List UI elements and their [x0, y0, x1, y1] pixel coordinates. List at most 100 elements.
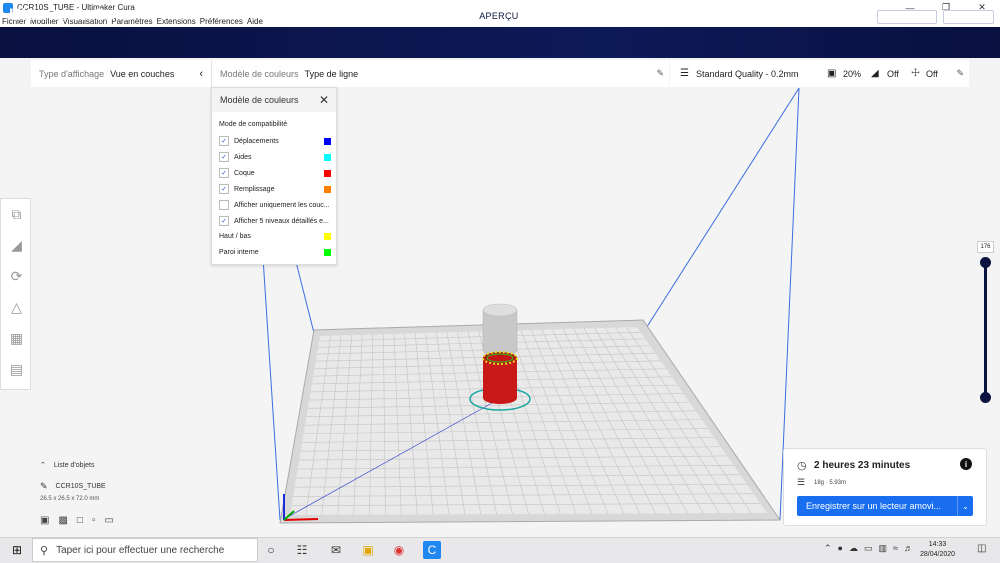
legend-row-deplacements[interactable]: ✓ Déplacements: [219, 135, 333, 147]
compat-mode-label: Mode de compatibilité: [219, 120, 288, 128]
layer-slider-value[interactable]: 176: [977, 241, 994, 253]
mail-icon[interactable]: ✉: [327, 541, 345, 559]
infill-icon: ▣: [827, 68, 837, 79]
per-model-settings-icon[interactable]: ▦: [1, 323, 32, 354]
wifi-icon[interactable]: ≈: [893, 543, 898, 554]
legend-row-haut-bas: Haut / bas: [219, 230, 333, 242]
color-scheme-selector[interactable]: Modèle de couleurs Type de ligne ✎: [211, 60, 669, 87]
x-axis: [283, 518, 319, 521]
color-swatch: [324, 137, 331, 145]
app-header: [0, 27, 1000, 58]
legend-row-paroi-interne: Paroi interne: [219, 246, 333, 258]
view-right-icon[interactable]: ▭: [105, 515, 114, 526]
view-left-icon[interactable]: ▫: [92, 515, 96, 526]
pencil-icon[interactable]: ✎: [956, 68, 964, 79]
color-swatch: [324, 153, 331, 161]
checkbox-checked[interactable]: ✓: [219, 152, 229, 162]
object-name-row[interactable]: ✎ CCR10S_TUBE: [40, 481, 106, 492]
mirror-tool-icon[interactable]: △: [1, 292, 32, 323]
checkbox-checked[interactable]: ✓: [219, 216, 229, 226]
pencil-icon: ✎: [40, 481, 48, 491]
object-list-toggle[interactable]: ⌃ Liste d'objets: [40, 461, 94, 469]
print-time: 2 heures 23 minutes: [814, 460, 911, 471]
support-blocker-icon[interactable]: ▤: [1, 354, 32, 385]
checkbox-unchecked[interactable]: [219, 200, 229, 210]
legend-row-remplissage[interactable]: ✓ Remplissage: [219, 183, 333, 195]
clock-icon: ◷: [797, 460, 807, 472]
tray-app-icon[interactable]: ●: [838, 543, 843, 554]
checkbox-checked[interactable]: ✓: [219, 168, 229, 178]
tube-unprinted: [482, 309, 518, 357]
pencil-icon[interactable]: ✎: [656, 68, 664, 79]
windows-start-icon[interactable]: ⊞: [8, 541, 26, 559]
view-type-selector[interactable]: Type d'affichage Vue en couches ‹: [31, 60, 211, 87]
legend-row-only-top-layers[interactable]: Afficher uniquement les couc...: [219, 199, 333, 211]
task-view-icon[interactable]: ○: [262, 541, 280, 559]
view-top-icon[interactable]: □: [77, 515, 83, 526]
volume-icon[interactable]: ♬: [904, 543, 913, 554]
cloud-icon[interactable]: ☁: [849, 543, 858, 554]
chevron-left-icon[interactable]: ‹: [199, 68, 203, 80]
taskbar-search-input[interactable]: ⚲ Taper ici pour effectuer une recherche: [32, 538, 258, 562]
color-scheme-label: Modèle de couleurs: [220, 68, 299, 79]
search-icon: ⚲: [40, 544, 49, 557]
chevron-down-icon[interactable]: ⌄: [957, 496, 973, 516]
checkbox-checked[interactable]: ✓: [219, 136, 229, 146]
info-icon[interactable]: i: [960, 458, 972, 470]
network-icon[interactable]: ▥: [879, 543, 888, 554]
stage-tabs: PRÉPARER APERÇU SURVEILLER: [389, 8, 616, 24]
camera-views: ▣ ▩ □ ▫ ▭: [40, 515, 114, 526]
menu-aide[interactable]: Aide: [247, 17, 263, 26]
view-type-value: Vue en couches: [110, 68, 175, 79]
scale-tool-icon[interactable]: ◢: [1, 230, 32, 261]
color-swatch: [324, 169, 331, 177]
view-front-icon[interactable]: ▩: [58, 515, 67, 526]
cura-taskbar-icon[interactable]: C: [423, 541, 441, 559]
profile-icon: ☰: [680, 68, 689, 79]
notification-icon[interactable]: ◫: [977, 543, 986, 554]
support-value: Off: [887, 68, 899, 79]
folder-icon[interactable]: ▣: [359, 541, 377, 559]
color-scheme-value: Type de ligne: [304, 68, 359, 79]
infill-value: 20%: [843, 68, 862, 79]
color-swatch: [324, 232, 331, 240]
tube-printed-layers: [483, 358, 517, 404]
object-dimensions: 26.5 x 26.5 x 72.0 mm: [40, 496, 100, 502]
view-type-label: Type d'affichage: [39, 68, 105, 79]
signin-button[interactable]: Se connecter: [943, 10, 995, 24]
tab-surveiller[interactable]: SURVEILLER: [532, 8, 617, 24]
support-icon: ◢: [871, 68, 879, 79]
menu-preferences[interactable]: Préférences: [200, 17, 243, 26]
profile-name: Standard Quality - 0.2mm: [695, 68, 799, 79]
color-swatch: [324, 248, 331, 256]
save-to-removable-button[interactable]: Enregistrer sur un lecteur amovi...: [797, 496, 972, 516]
marketplace-button[interactable]: Marché en ligne: [877, 10, 937, 24]
print-settings-bar[interactable]: ☰ Standard Quality - 0.2mm ▣ 20% ◢ Off ☩…: [670, 60, 969, 87]
close-icon[interactable]: ✕: [319, 93, 329, 107]
material-usage: 18g · 5.93m: [814, 480, 847, 486]
tab-apercu[interactable]: APERÇU: [466, 8, 532, 24]
legend-row-aides[interactable]: ✓ Aides: [219, 151, 333, 163]
tab-preparer[interactable]: PRÉPARER: [389, 8, 466, 24]
legend-row-coque[interactable]: ✓ Coque: [219, 167, 333, 179]
tool-column: ⧉ ◢ ⟳ △ ▦ ▤: [0, 198, 31, 390]
chevron-up-icon: ⌃: [40, 462, 46, 469]
taskbar-clock[interactable]: 14:33 28/04/2020: [920, 540, 955, 560]
move-tool-icon[interactable]: ⧉: [1, 199, 32, 230]
checkbox-checked[interactable]: ✓: [219, 184, 229, 194]
layer-slider-top-handle[interactable]: [980, 257, 991, 268]
menu-extensions[interactable]: Extensions: [157, 17, 196, 26]
system-tray: ⌃ ● ☁ ▭ ▥ ≈ ♬: [824, 543, 913, 554]
ultimaker-logo: Ultimaker Cura: [9, 5, 131, 24]
layer-slider-bottom-handle[interactable]: [980, 392, 991, 403]
color-scheme-panel: Modèle de couleurs ✕ Mode de compatibili…: [211, 87, 337, 265]
rotate-tool-icon[interactable]: ⟳: [1, 261, 32, 292]
adhesion-icon: ☩: [911, 68, 920, 79]
legend-row-detailed-levels[interactable]: ✓ Afficher 5 niveaux détaillés e...: [219, 215, 333, 227]
tray-chevron-up-icon[interactable]: ⌃: [824, 543, 832, 554]
chrome-icon[interactable]: ◉: [390, 541, 408, 559]
battery-icon[interactable]: ▭: [864, 543, 873, 554]
widgets-icon[interactable]: ☷: [293, 541, 311, 559]
view-3d-icon[interactable]: ▣: [40, 515, 49, 526]
layer-slider-track[interactable]: [984, 261, 987, 399]
